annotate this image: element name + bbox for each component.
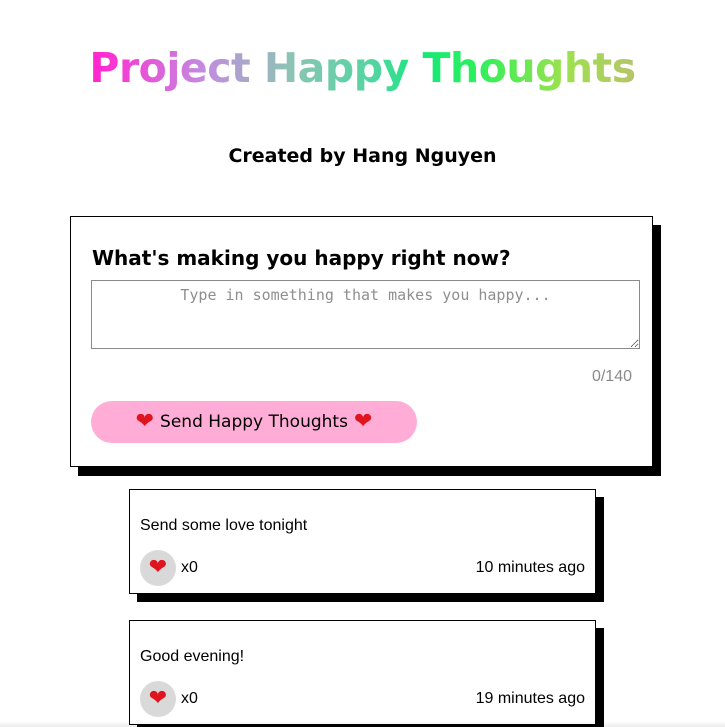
like-count: x0 bbox=[181, 690, 198, 707]
like-button[interactable]: ❤ bbox=[140, 550, 176, 586]
page-title: Project Happy Thoughts bbox=[0, 38, 725, 98]
thought-message: Send some love tonight bbox=[140, 517, 308, 534]
page-subtitle: Created by Hang Nguyen bbox=[228, 145, 497, 167]
thought-input[interactable] bbox=[91, 280, 640, 349]
thought-timestamp: 19 minutes ago bbox=[475, 690, 585, 707]
form-heading: What's making you happy right now? bbox=[92, 246, 511, 270]
like-button[interactable]: ❤ bbox=[140, 681, 176, 717]
send-happy-thoughts-button[interactable]: ❤ Send Happy Thoughts ❤ bbox=[91, 401, 417, 443]
thought-card: Good evening! ❤ x0 19 minutes ago bbox=[129, 620, 596, 725]
thought-message: Good evening! bbox=[140, 648, 245, 665]
thought-timestamp: 10 minutes ago bbox=[475, 559, 585, 576]
page: Project Happy Thoughts Created by Hang N… bbox=[0, 0, 725, 727]
character-counter: 0/140 bbox=[591, 368, 632, 385]
like-count: x0 bbox=[181, 559, 198, 576]
thought-card: Send some love tonight ❤ x0 10 minutes a… bbox=[129, 489, 596, 594]
heart-icon: ❤ bbox=[148, 686, 168, 711]
heart-icon: ❤ bbox=[353, 409, 373, 434]
heart-icon: ❤ bbox=[148, 555, 168, 580]
heart-icon: ❤ bbox=[135, 409, 155, 434]
send-button-label: Send Happy Thoughts bbox=[160, 412, 348, 432]
scroll-fade bbox=[0, 721, 725, 727]
happy-thought-form: What's making you happy right now? 0/140… bbox=[70, 216, 653, 467]
